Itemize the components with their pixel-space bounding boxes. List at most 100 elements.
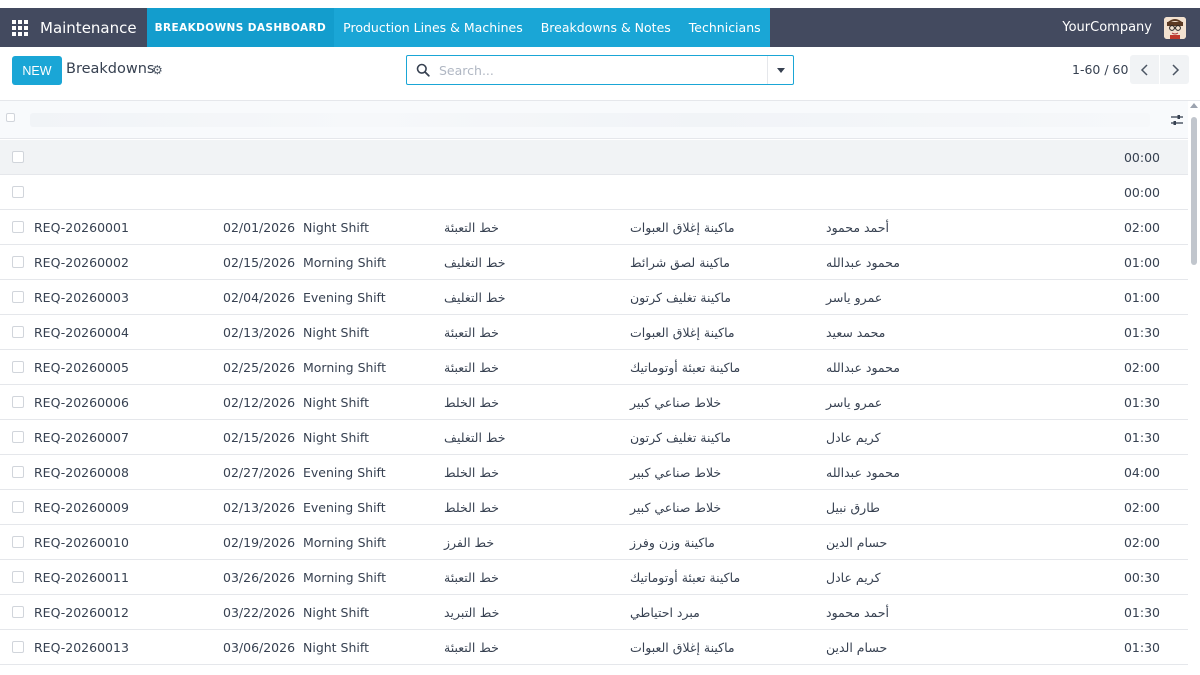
row-checkbox[interactable]	[12, 466, 24, 478]
duration-cell: 01:30	[1123, 325, 1160, 340]
machine-cell: ماكينة تغليف كرتون	[630, 430, 731, 445]
production-line-cell: خط الفرز	[444, 535, 495, 550]
row-checkbox[interactable]	[12, 571, 24, 583]
row-checkbox[interactable]	[12, 641, 24, 653]
grid-icon[interactable]	[0, 8, 40, 47]
pager-previous-button[interactable]	[1130, 55, 1159, 84]
app-name[interactable]: Maintenance	[40, 8, 147, 47]
production-line-cell: خط الخلط	[444, 395, 499, 410]
shift-cell: Night Shift	[303, 430, 369, 445]
reference-cell: REQ-20260001	[34, 220, 129, 235]
reference-cell: REQ-20260005	[34, 360, 129, 375]
production-line-cell: خط التعبئة	[444, 360, 499, 375]
date-cell: 02/27/2026	[223, 465, 296, 480]
date-cell: 02/04/2026	[223, 290, 296, 305]
table-row[interactable]: REQ-20260002 02/15/2026 Morning Shift خط ال…	[0, 245, 1188, 280]
table-row[interactable]: REQ-20260008 02/27/2026 Evening Shift خط ال…	[0, 455, 1188, 490]
shift-cell: Morning Shift	[303, 255, 386, 270]
menu-breakdowns-dashboard[interactable]: BREAKDOWNS DASHBOARD	[146, 8, 335, 47]
row-checkbox[interactable]	[12, 536, 24, 548]
reference-cell: REQ-20260004	[34, 325, 129, 340]
row-checkbox[interactable]	[12, 221, 24, 233]
duration-cell: 01:30	[1123, 605, 1160, 620]
duration-cell: 01:30	[1123, 395, 1160, 410]
machine-cell: خلاط صناعي كبير	[630, 465, 722, 480]
avatar[interactable]	[1164, 16, 1186, 39]
vertical-scrollbar[interactable]	[1188, 101, 1200, 675]
machine-cell: ماكينة لصق شرائط	[630, 255, 730, 270]
menu-technicians[interactable]: Technicians	[679, 8, 770, 47]
shift-cell: Evening Shift	[303, 290, 386, 305]
search-options-toggle[interactable]	[767, 56, 793, 84]
group-row[interactable]: 00:00	[0, 175, 1188, 210]
duration-cell: 01:00	[1123, 255, 1160, 270]
scroll-up-arrow-icon[interactable]	[1190, 103, 1198, 108]
table-row[interactable]: REQ-20260010 02/19/2026 Morning Shift خط ال…	[0, 525, 1188, 560]
menu-production-lines-machines[interactable]: Production Lines & Machines	[334, 8, 532, 47]
row-checkbox[interactable]	[12, 291, 24, 303]
production-line-cell: خط التغليف	[444, 290, 506, 305]
group-row[interactable]: 00:00	[0, 140, 1188, 175]
row-checkbox[interactable]	[12, 256, 24, 268]
date-cell: 02/01/2026	[223, 220, 296, 235]
technician-cell: أحمد محمود	[826, 220, 889, 235]
duration-cell: 01:30	[1123, 640, 1160, 655]
chevron-left-icon	[1140, 63, 1148, 76]
company-switcher[interactable]: YourCompany	[1062, 20, 1152, 35]
table-row[interactable]: REQ-20260007 02/15/2026 Night Shift خط التغ…	[0, 420, 1188, 455]
row-checkbox[interactable]	[12, 606, 24, 618]
table-row[interactable]: REQ-20260006 02/12/2026 Night Shift خط الخل…	[0, 385, 1188, 420]
row-checkbox[interactable]	[12, 361, 24, 373]
row-checkbox[interactable]	[12, 431, 24, 443]
production-line-cell: خط التعبئة	[444, 570, 499, 585]
shift-cell: Morning Shift	[303, 535, 386, 550]
technician-cell: محمود عبدالله	[826, 360, 900, 375]
menu-breakdowns-notes[interactable]: Breakdowns & Notes	[531, 8, 680, 47]
row-checkbox[interactable]	[12, 186, 24, 198]
production-line-cell: خط الخلط	[444, 500, 499, 515]
shift-cell: Morning Shift	[303, 570, 386, 585]
row-checkbox[interactable]	[12, 501, 24, 513]
sliders-icon[interactable]	[1170, 113, 1184, 127]
top-strip	[0, 0, 1200, 8]
new-button[interactable]: NEW	[12, 56, 62, 85]
reference-cell: REQ-20260007	[34, 430, 129, 445]
shift-cell: Night Shift	[303, 325, 369, 340]
table-row[interactable]: REQ-20260003 02/04/2026 Evening Shift خط ال…	[0, 280, 1188, 315]
table-header-labels	[30, 113, 1150, 127]
duration-cell: 00:00	[1123, 150, 1160, 165]
reference-cell: REQ-20260009	[34, 500, 129, 515]
pager-next-button[interactable]	[1160, 55, 1189, 84]
duration-cell: 02:00	[1123, 500, 1160, 515]
shift-cell: Evening Shift	[303, 500, 386, 515]
machine-cell: ماكينة وزن وفرز	[630, 535, 715, 550]
pager-value[interactable]: 1-60 / 60	[1072, 62, 1128, 77]
table-row[interactable]: REQ-20260001 02/01/2026 Night Shift خط التع…	[0, 210, 1188, 245]
row-checkbox[interactable]	[12, 151, 24, 163]
select-all-checkbox[interactable]	[6, 113, 15, 122]
date-cell: 02/19/2026	[223, 535, 296, 550]
production-line-cell: خط الخلط	[444, 465, 499, 480]
table-row[interactable]: REQ-20260011 03/26/2026 Morning Shift خط ال…	[0, 560, 1188, 595]
row-checkbox[interactable]	[12, 396, 24, 408]
gear-icon[interactable]: ⚙	[152, 63, 163, 77]
search-bar	[406, 55, 794, 85]
technician-cell: محمود عبدالله	[826, 465, 900, 480]
list-view: 00:00 00:00 REQ-20260001 02/01/2026 Night Sh…	[0, 101, 1188, 675]
technician-cell: طارق نبيل	[826, 500, 880, 515]
table-row[interactable]: REQ-20260009 02/13/2026 Evening Shift خط ال…	[0, 490, 1188, 525]
row-checkbox[interactable]	[12, 326, 24, 338]
table-row[interactable]: REQ-20260012 03/22/2026 Night Shift خط التب…	[0, 595, 1188, 630]
table-row[interactable]: REQ-20260004 02/13/2026 Night Shift خط التع…	[0, 315, 1188, 350]
machine-cell: ماكينة إغلاق العبوات	[630, 325, 735, 340]
table-row[interactable]: REQ-20260013 03/06/2026 Night Shift خط التع…	[0, 630, 1188, 665]
table-row[interactable]: REQ-20260005 02/25/2026 Morning Shift خط ال…	[0, 350, 1188, 385]
scrollbar-thumb[interactable]	[1191, 117, 1197, 265]
page-title: Breakdowns	[66, 61, 155, 77]
search-input[interactable]	[439, 61, 759, 80]
shift-cell: Evening Shift	[303, 465, 386, 480]
duration-cell: 02:00	[1123, 360, 1160, 375]
main-navbar: Maintenance BREAKDOWNS DASHBOARD Product…	[0, 8, 1200, 47]
date-cell: 03/26/2026	[223, 570, 296, 585]
machine-cell: ماكينة تعبئة أوتوماتيك	[630, 360, 741, 375]
